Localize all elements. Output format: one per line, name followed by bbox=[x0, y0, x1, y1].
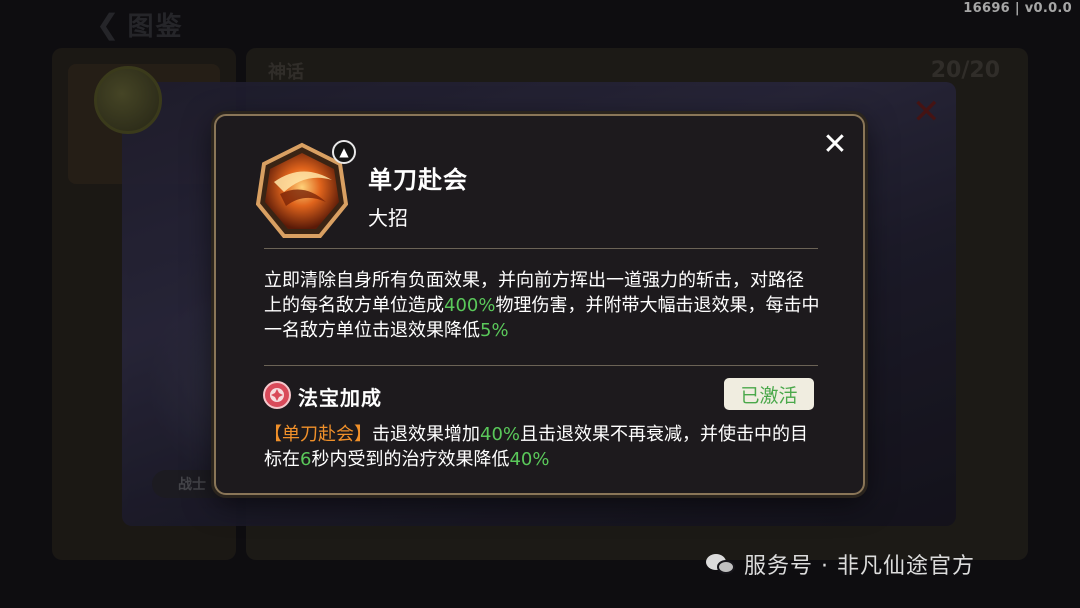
divider bbox=[264, 248, 818, 249]
fabao-description: 【单刀赴会】击退效果增加40%且击退效果不再衰减，并使击中的目标在6秒内受到的治… bbox=[264, 422, 824, 472]
fabao-title: 法宝加成 bbox=[298, 386, 382, 410]
divider bbox=[264, 365, 818, 366]
fabao-icon bbox=[263, 381, 291, 409]
fabao-value-1: 40% bbox=[480, 424, 521, 445]
watermark: 服务号 · 非凡仙途官方 bbox=[706, 548, 975, 580]
desc-value-damage: 400% bbox=[444, 295, 496, 316]
expand-up-icon[interactable]: ▲ bbox=[332, 140, 356, 164]
skill-type: 大招 bbox=[368, 206, 408, 230]
activated-badge: 已激活 bbox=[724, 378, 814, 410]
skill-description: 立即清除自身所有负面效果，并向前方挥出一道强力的斩击，对路径上的每名敌方单位造成… bbox=[264, 268, 820, 343]
desc-value-decay: 5% bbox=[480, 320, 509, 341]
fabao-value-3: 40% bbox=[509, 449, 550, 470]
fabao-skill-tag: 【单刀赴会】 bbox=[264, 424, 372, 445]
fabao-text-3: 秒内受到的治疗效果降低 bbox=[311, 449, 510, 470]
skill-detail-dialog: ✕ ▲ 单刀赴会 大招 立即清除自身所有负面效果，并向前方挥出一道强力的斩击，对… bbox=[214, 114, 865, 495]
skill-name: 单刀赴会 bbox=[368, 166, 468, 194]
close-icon[interactable]: ✕ bbox=[820, 130, 850, 160]
fabao-value-2: 6 bbox=[300, 449, 312, 470]
fabao-text-1: 击退效果增加 bbox=[372, 424, 480, 445]
wechat-icon bbox=[706, 552, 736, 576]
watermark-text: 服务号 · 非凡仙途官方 bbox=[744, 554, 975, 579]
